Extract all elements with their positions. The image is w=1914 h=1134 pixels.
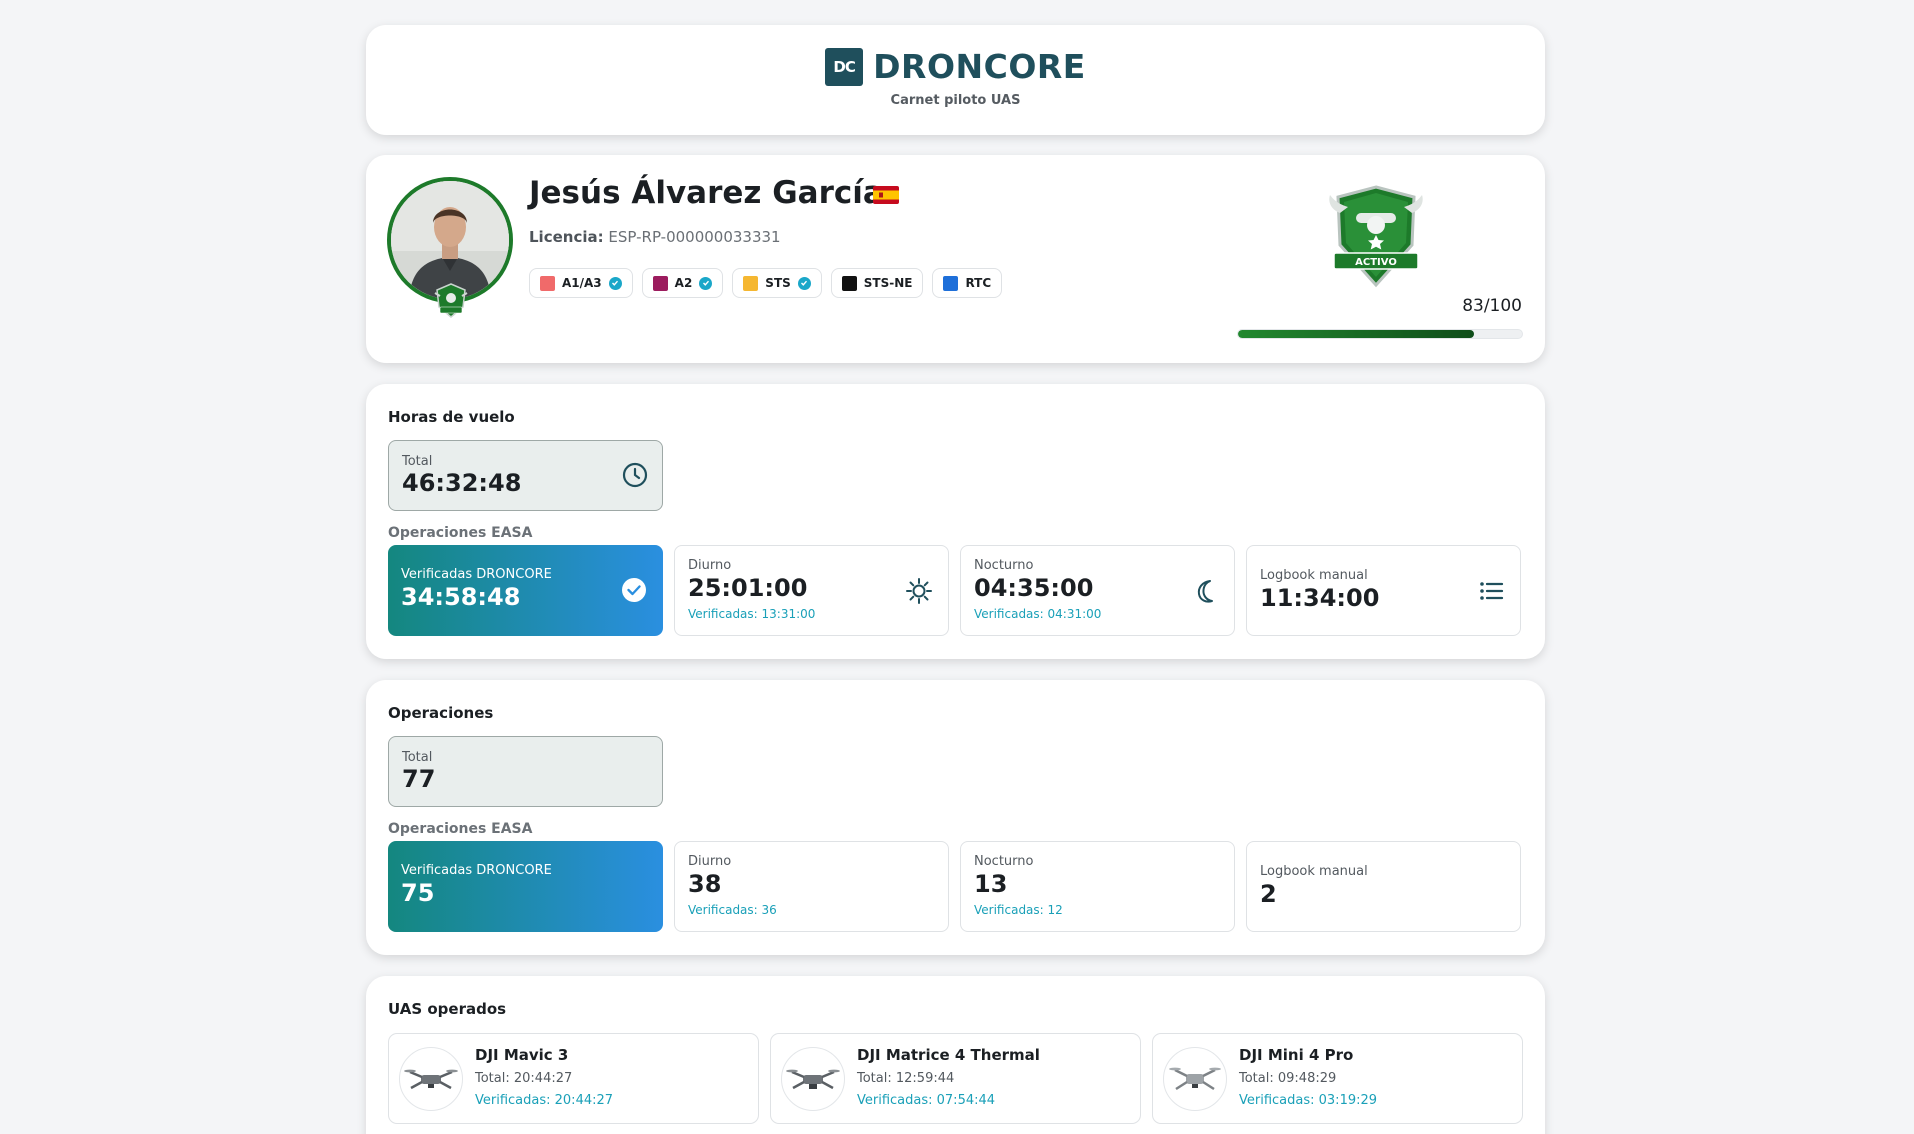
score-progress-fill	[1238, 330, 1474, 338]
day-hours-tile: Diurno 25:01:00 Verificadas: 13:31:00	[674, 545, 949, 636]
sts-badge-icon	[743, 275, 759, 291]
clock-icon	[622, 462, 648, 488]
license-label: Licencia:	[529, 228, 604, 246]
chip-sts[interactable]: STS	[732, 268, 822, 298]
total-value: 46:32:48	[402, 469, 522, 497]
tile-verified: Verificadas: 36	[688, 903, 777, 917]
rtc-badge-icon	[943, 275, 959, 291]
uas-total: Total: 20:44:27	[475, 1071, 573, 1086]
moon-icon	[1197, 580, 1213, 603]
chip-sts-ne[interactable]: STS-NE	[830, 268, 924, 298]
tile-verified: Verificadas: 04:31:00	[974, 607, 1102, 621]
list-icon	[1480, 582, 1504, 600]
tile-value: 13	[974, 870, 1008, 898]
chip-label: A2	[674, 276, 693, 290]
license-number: ESP-RP-000000033331	[608, 228, 781, 246]
uas-item[interactable]: DJI Mini 4 Pro Total: 09:48:29 Verificad…	[1152, 1033, 1523, 1124]
chip-a1a3[interactable]: A1/A3	[529, 268, 633, 298]
total-hours-box: Total 46:32:48	[388, 440, 663, 511]
sun-icon	[906, 578, 932, 604]
certification-chips: A1/A3 A2 STS STS-NE RTC	[529, 268, 1003, 298]
drone-icon	[399, 1047, 463, 1111]
a2-badge-icon	[652, 275, 668, 291]
active-badge-icon	[434, 283, 468, 318]
spain-flag-icon	[873, 186, 899, 204]
uas-item[interactable]: DJI Mavic 3 Total: 20:44:27 Verificadas:…	[388, 1033, 759, 1124]
uas-item[interactable]: DJI Matrice 4 Thermal Total: 12:59:44 Ve…	[770, 1033, 1141, 1124]
tile-label: Logbook manual	[1260, 568, 1368, 583]
flight-hours-card: Horas de vuelo Total 46:32:48 Operacione…	[366, 384, 1545, 659]
tile-label: Diurno	[688, 558, 732, 573]
score-progress-bar	[1237, 329, 1523, 339]
brand-subtitle: Carnet piloto UAS	[890, 93, 1021, 108]
uas-total: Total: 09:48:29	[1239, 1071, 1337, 1086]
night-hours-tile: Nocturno 04:35:00 Verificadas: 04:31:00	[960, 545, 1235, 636]
uas-card: UAS operados DJI Mavic 3 Total: 20:44:27…	[366, 976, 1545, 1134]
total-value: 77	[402, 765, 436, 793]
verified-check-icon	[608, 276, 622, 290]
tile-label: Verificadas DRONCORE	[401, 567, 552, 582]
tile-value: 38	[688, 870, 722, 898]
tile-label: Verificadas DRONCORE	[401, 863, 552, 878]
a1a3-badge-icon	[540, 275, 555, 291]
verified-droncore-ops-tile: Verificadas DRONCORE 75	[388, 841, 663, 932]
brand-name: DRONCORE	[873, 47, 1086, 86]
uas-name: DJI Mini 4 Pro	[1239, 1046, 1354, 1064]
chip-label: STS	[765, 276, 791, 290]
total-label: Total	[402, 750, 433, 765]
tile-value: 04:35:00	[974, 574, 1094, 602]
license-row: Licencia: ESP-RP-000000033331	[529, 228, 781, 246]
day-ops-tile: Diurno 38 Verificadas: 36	[674, 841, 949, 932]
tile-value: 75	[401, 879, 435, 907]
operations-card: Operaciones Total 77 Operaciones EASA Ve…	[366, 680, 1545, 955]
brand: DC DRONCORE	[366, 47, 1545, 86]
header-card: DC DRONCORE Carnet piloto UAS	[366, 25, 1545, 135]
tile-label: Nocturno	[974, 558, 1034, 573]
score-text: 83/100	[1462, 296, 1522, 316]
tile-value: 34:58:48	[401, 583, 521, 611]
drone-icon	[781, 1047, 845, 1111]
logbook-ops-tile: Logbook manual 2	[1246, 841, 1521, 932]
profile-card: Jesús Álvarez García Licencia: ESP-RP-00…	[366, 155, 1545, 363]
section-title: Operaciones	[388, 704, 494, 722]
tile-value: 25:01:00	[688, 574, 808, 602]
easa-label: Operaciones EASA	[388, 525, 533, 541]
easa-label: Operaciones EASA	[388, 821, 533, 837]
check-circle-icon	[622, 578, 646, 602]
logbook-hours-tile: Logbook manual 11:34:00	[1246, 545, 1521, 636]
uas-verified: Verificadas: 03:19:29	[1239, 1093, 1378, 1108]
tile-verified: Verificadas: 13:31:00	[688, 607, 816, 621]
section-title: Horas de vuelo	[388, 408, 515, 426]
total-operations-box: Total 77	[388, 736, 663, 807]
night-ops-tile: Nocturno 13 Verificadas: 12	[960, 841, 1235, 932]
shield-status-text: ACTIVO	[1355, 257, 1397, 268]
chip-a2[interactable]: A2	[641, 268, 724, 298]
section-title: UAS operados	[388, 1000, 507, 1018]
uas-verified: Verificadas: 07:54:44	[857, 1093, 996, 1108]
chip-rtc[interactable]: RTC	[932, 268, 1003, 298]
verified-check-icon	[797, 276, 811, 290]
tile-verified: Verificadas: 12	[974, 903, 1063, 917]
chip-label: RTC	[965, 276, 992, 290]
chip-label: STS-NE	[863, 276, 913, 290]
uas-name: DJI Matrice 4 Thermal	[857, 1046, 1040, 1064]
uas-total: Total: 12:59:44	[857, 1071, 955, 1086]
drone-icon	[1163, 1047, 1227, 1111]
pilot-name: Jesús Álvarez García	[529, 175, 884, 211]
sts-ne-badge-icon	[841, 275, 857, 291]
tile-label: Diurno	[688, 854, 732, 869]
uas-name: DJI Mavic 3	[475, 1046, 569, 1064]
droncore-logo-icon: DC	[825, 47, 864, 86]
tile-label: Logbook manual	[1260, 864, 1368, 879]
tile-label: Nocturno	[974, 854, 1034, 869]
verified-droncore-hours-tile: Verificadas DRONCORE 34:58:48	[388, 545, 663, 636]
total-label: Total	[402, 454, 433, 469]
uas-list: DJI Mavic 3 Total: 20:44:27 Verificadas:…	[388, 1033, 1523, 1124]
uas-verified: Verificadas: 20:44:27	[475, 1093, 614, 1108]
active-status-shield-icon: ACTIVO	[1329, 185, 1423, 288]
chip-label: A1/A3	[562, 276, 602, 290]
verified-check-icon	[699, 276, 713, 290]
tile-value: 2	[1260, 880, 1277, 908]
tile-value: 11:34:00	[1260, 584, 1380, 612]
